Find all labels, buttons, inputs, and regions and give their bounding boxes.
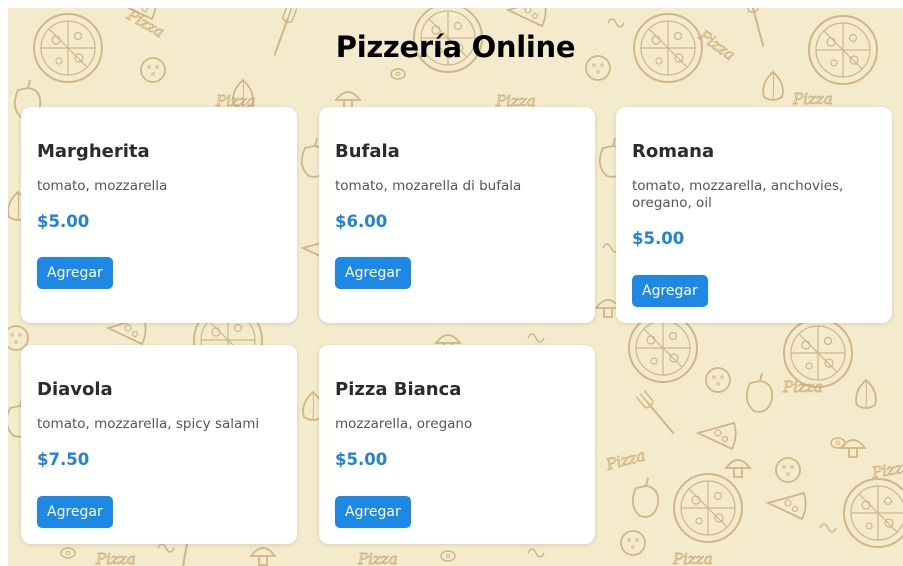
pizza-name: Bufala bbox=[335, 141, 400, 162]
pizza-price: $5.00 bbox=[37, 212, 90, 231]
pattern-pizza-word: Pizza bbox=[792, 90, 833, 108]
pizza-price: $7.50 bbox=[37, 450, 90, 469]
pizza-card: Bufala tomato, mozarella di bufala $6.00… bbox=[319, 107, 595, 323]
pizza-price: $6.00 bbox=[335, 212, 388, 231]
add-to-cart-button[interactable]: Agregar bbox=[37, 257, 113, 289]
pattern-pizza-word: Pizza bbox=[782, 378, 823, 396]
pizza-name: Diavola bbox=[37, 379, 113, 400]
add-to-cart-button[interactable]: Agregar bbox=[37, 496, 113, 528]
pizza-ingredients: tomato, mozzarella, spicy salami bbox=[37, 416, 260, 432]
pattern-pizza-word: Pizza bbox=[672, 550, 713, 566]
pattern-pizza-word: Pizza bbox=[603, 446, 647, 474]
pizza-card: Margherita tomato, mozzarella $5.00 Agre… bbox=[21, 107, 297, 323]
pizza-price: $5.00 bbox=[632, 229, 685, 248]
pizza-ingredients: tomato, mozzarella, anchovies, oregano, … bbox=[632, 178, 844, 211]
pizza-card: Romana tomato, mozzarella, anchovies, or… bbox=[616, 107, 892, 323]
pattern-pizza-word: Pizza bbox=[357, 550, 398, 566]
pizza-card: Diavola tomato, mozzarella, spicy salami… bbox=[21, 345, 297, 544]
pizza-ingredients: tomato, mozzarella bbox=[37, 178, 168, 194]
add-to-cart-button[interactable]: Agregar bbox=[335, 496, 411, 528]
pizza-price: $5.00 bbox=[335, 450, 388, 469]
page-title: Pizzería Online bbox=[335, 30, 576, 64]
page-viewport: Pizza Pizza Pizza Pizza Pizza Pizza Pizz… bbox=[8, 8, 903, 566]
pattern-pizza-word: Pizza bbox=[95, 550, 136, 566]
pizza-card: Pizza Bianca mozzarella, oregano $5.00 A… bbox=[319, 345, 595, 544]
pizza-name: Pizza Bianca bbox=[335, 379, 462, 400]
pizza-ingredients: mozzarella, oregano bbox=[335, 416, 473, 432]
pattern-pizza-word: Pizza bbox=[870, 457, 903, 482]
pizza-name: Margherita bbox=[37, 141, 150, 162]
add-to-cart-button[interactable]: Agregar bbox=[632, 275, 708, 307]
pizza-name: Romana bbox=[632, 141, 715, 162]
pizza-ingredients: tomato, mozarella di bufala bbox=[335, 178, 522, 194]
add-to-cart-button[interactable]: Agregar bbox=[335, 257, 411, 289]
